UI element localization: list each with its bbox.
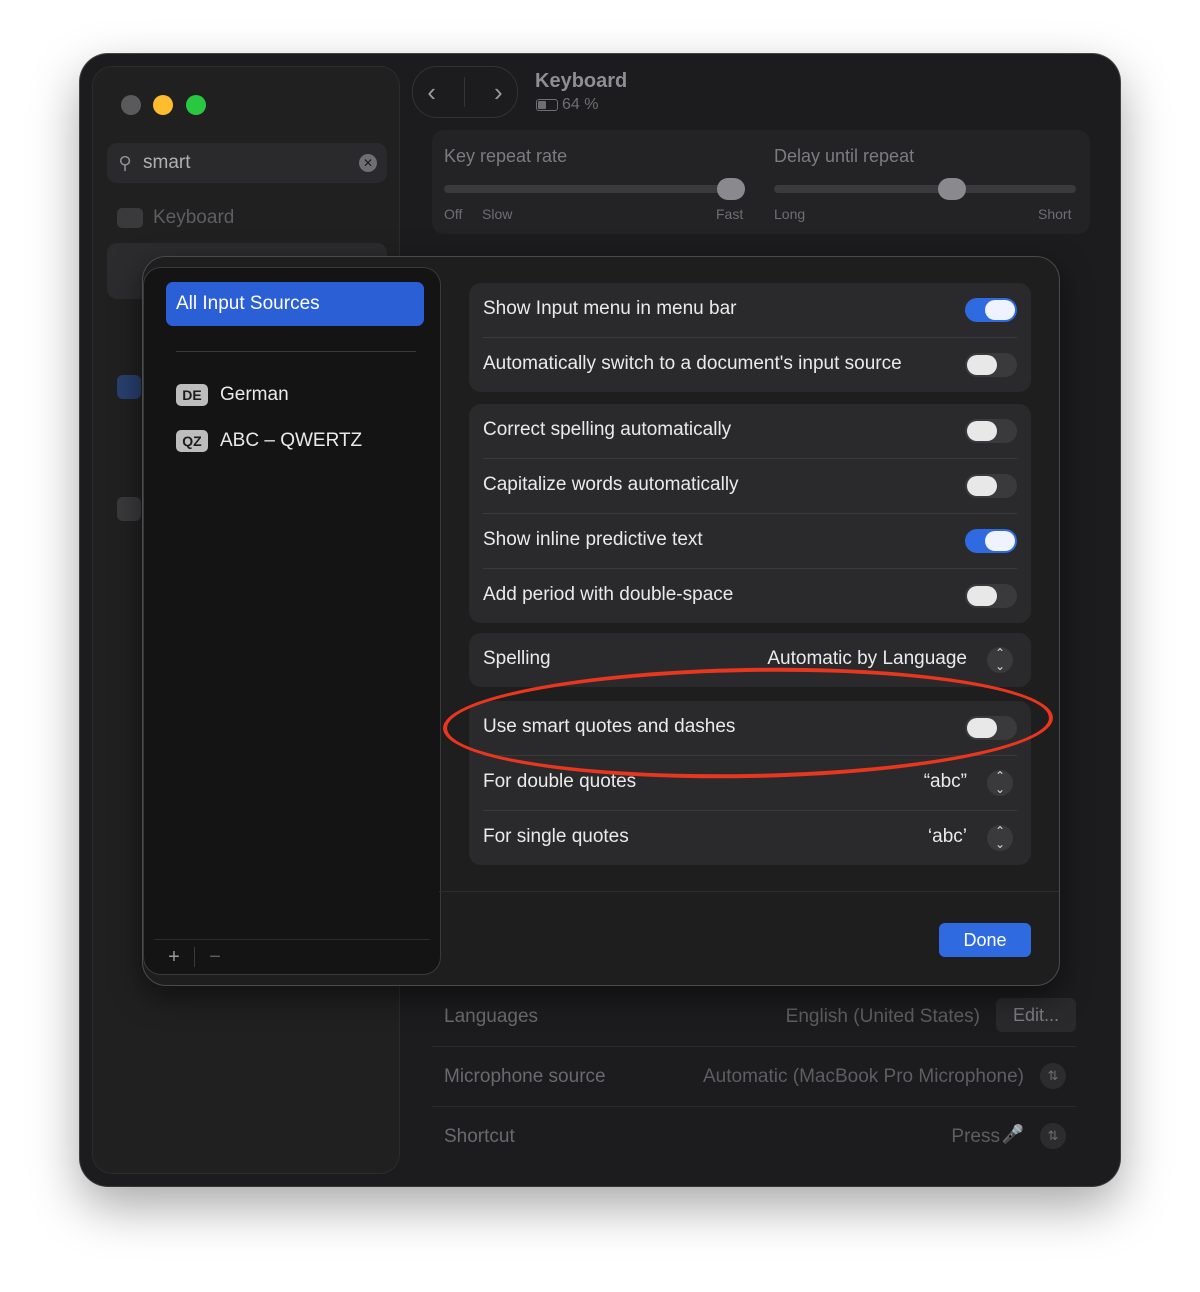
input-source-german[interactable]: DE German: [176, 384, 289, 406]
accessibility-icon: [117, 375, 141, 399]
key-repeat-knob[interactable]: [717, 178, 745, 200]
privacy-icon: [117, 497, 141, 521]
correct-spelling-row: Correct spelling automatically: [483, 404, 1017, 458]
correct-spelling-label: Correct spelling automatically: [483, 419, 732, 440]
remove-source-button[interactable]: −: [195, 946, 235, 969]
input-sources-list: All Input Sources DE German QZ ABC – QWE…: [143, 267, 441, 975]
languages-row: Languages English (United States) Edit..…: [432, 988, 1076, 1047]
languages-value: English (United States): [785, 1006, 980, 1027]
back-icon[interactable]: ‹: [427, 77, 436, 108]
settings-window: ⚲ smart ✕ Keyboard ‹ › Keyboard 64 % Key…: [80, 54, 1120, 1186]
page-title: Keyboard: [535, 70, 628, 92]
single-quotes-stepper-icon[interactable]: ⌃ ⌄: [987, 825, 1013, 851]
list-divider: [176, 351, 416, 352]
key-repeat-slow: Slow: [482, 206, 513, 222]
add-source-button[interactable]: +: [154, 946, 194, 969]
navigation-buttons: ‹ ›: [412, 66, 518, 118]
shortcut-value: Press: [951, 1126, 1000, 1147]
sidebar-item-keyboard[interactable]: Keyboard: [117, 207, 234, 229]
single-quotes-label: For single quotes: [483, 826, 629, 847]
input-source-badge: QZ: [176, 430, 208, 452]
auto-switch-toggle[interactable]: [965, 353, 1017, 377]
shortcut-row: Shortcut Press 🎤 ⇅: [432, 1108, 1076, 1166]
auto-switch-row: Automatically switch to a document's inp…: [483, 337, 1017, 392]
languages-label: Languages: [444, 1006, 539, 1027]
correct-spelling-toggle[interactable]: [965, 419, 1017, 443]
done-button[interactable]: Done: [939, 923, 1031, 957]
close-button[interactable]: [121, 95, 141, 115]
double-space-period-toggle[interactable]: [965, 584, 1017, 608]
keyboard-sliders-card: Key repeat rate Off Slow Fast Delay unti…: [432, 130, 1090, 234]
shortcut-label: Shortcut: [444, 1126, 515, 1147]
all-input-sources-item[interactable]: All Input Sources: [166, 282, 424, 326]
single-quotes-value: ‘abc’: [927, 826, 967, 847]
keyboard-icon: [117, 208, 143, 228]
delay-label: Delay until repeat: [774, 146, 915, 166]
capitalize-words-toggle[interactable]: [965, 474, 1017, 498]
auto-switch-label: Automatically switch to a document's inp…: [483, 353, 902, 374]
show-input-menu-row: Show Input menu in menu bar: [483, 283, 1017, 337]
microphone-source-value: Automatic (MacBook Pro Microphone): [702, 1066, 1024, 1087]
battery-level: 64 %: [562, 96, 599, 113]
spelling-stepper-icon[interactable]: ⌃ ⌄: [987, 647, 1013, 673]
battery-icon: [536, 99, 558, 111]
capitalize-words-row: Capitalize words automatically: [483, 458, 1017, 513]
forward-icon[interactable]: ›: [494, 77, 503, 108]
capitalize-words-label: Capitalize words automatically: [483, 474, 739, 495]
key-repeat-fast: Fast: [716, 206, 744, 222]
microphone-source-label: Microphone source: [444, 1066, 606, 1087]
microphone-source-row: Microphone source Automatic (MacBook Pro…: [432, 1048, 1076, 1107]
double-quotes-stepper-icon[interactable]: ⌃ ⌄: [987, 770, 1013, 796]
input-source-name: ABC – QWERTZ: [220, 430, 363, 451]
delay-short: Short: [1038, 206, 1072, 222]
delay-long: Long: [774, 206, 806, 222]
spelling-value: Automatic by Language: [767, 648, 967, 669]
input-menu-group: Show Input menu in menu bar Automaticall…: [469, 283, 1031, 392]
predictive-text-label: Show inline predictive text: [483, 529, 703, 550]
key-repeat-slider[interactable]: [444, 185, 744, 193]
microphone-source-stepper-icon[interactable]: ⇅: [1040, 1063, 1066, 1089]
search-icon: ⚲: [118, 152, 132, 173]
spelling-label: Spelling: [483, 648, 551, 669]
single-quotes-row[interactable]: For single quotes ‘abc’ ⌃ ⌄: [483, 810, 1017, 865]
search-input[interactable]: ⚲ smart ✕: [107, 143, 387, 183]
double-space-period-label: Add period with double-space: [483, 584, 734, 605]
sidebar-item-label: Keyboard: [153, 207, 235, 228]
battery-status: 64 %: [536, 96, 598, 114]
input-source-name: German: [220, 384, 289, 405]
double-space-period-row: Add period with double-space: [483, 568, 1017, 623]
shortcut-stepper-icon[interactable]: ⇅: [1040, 1123, 1066, 1149]
show-input-menu-label: Show Input menu in menu bar: [483, 298, 737, 319]
show-input-menu-toggle[interactable]: [965, 298, 1017, 322]
input-source-badge: DE: [176, 384, 208, 406]
input-sources-sheet: All Input Sources DE German QZ ABC – QWE…: [142, 256, 1060, 986]
key-repeat-label: Key repeat rate: [444, 146, 568, 166]
double-quotes-value: “abc”: [923, 771, 967, 792]
predictive-text-row: Show inline predictive text: [483, 513, 1017, 568]
text-correction-group: Correct spelling automatically Capitaliz…: [469, 404, 1031, 623]
list-footer: + −: [154, 939, 430, 974]
clear-search-icon[interactable]: ✕: [359, 154, 377, 172]
sheet-footer-divider: [439, 891, 1059, 892]
input-source-abc-qwertz[interactable]: QZ ABC – QWERTZ: [176, 430, 362, 452]
delay-slider[interactable]: [774, 185, 1076, 193]
languages-edit-button[interactable]: Edit...: [996, 998, 1076, 1032]
zoom-button[interactable]: [186, 95, 206, 115]
key-repeat-off: Off: [444, 206, 463, 222]
search-value: smart: [143, 152, 191, 173]
microphone-icon: 🎤: [1001, 1124, 1024, 1144]
delay-knob[interactable]: [938, 178, 966, 200]
predictive-text-toggle[interactable]: [965, 529, 1017, 553]
minimize-button[interactable]: [153, 95, 173, 115]
